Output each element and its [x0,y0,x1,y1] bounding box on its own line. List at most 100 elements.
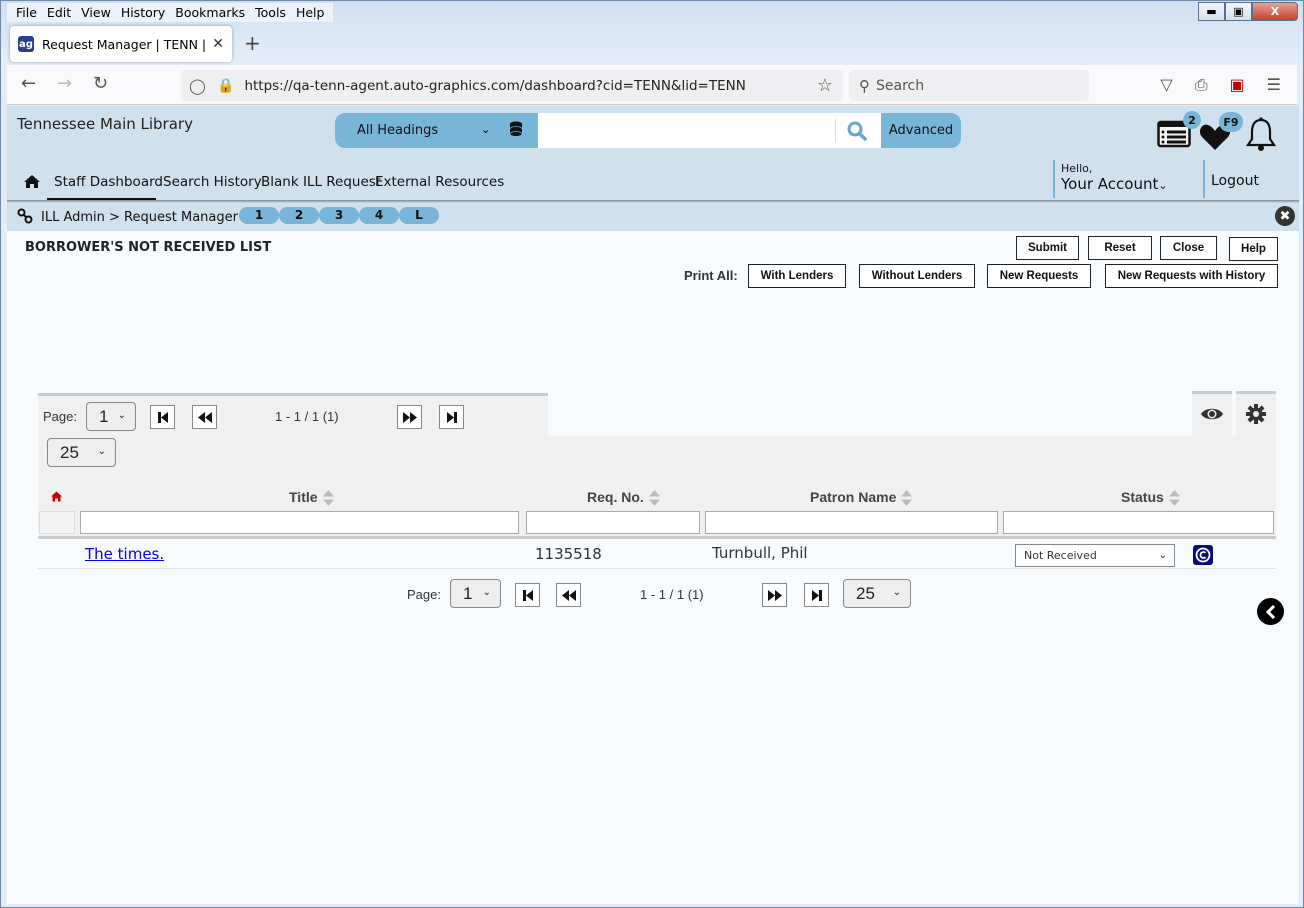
account-menu[interactable]: Hello, Your Account⌄ [1053,160,1203,198]
nav-staff-dashboard[interactable]: Staff Dashboard [54,174,163,190]
sort-icon[interactable] [901,490,913,507]
sort-icon[interactable] [322,490,334,507]
reload-icon[interactable]: ↻ [93,73,108,94]
home-icon[interactable] [24,174,40,189]
print-without-lenders-button[interactable]: Without Lenders [859,264,975,288]
previous-page-button[interactable] [192,405,217,429]
sort-icon[interactable] [1168,490,1180,507]
filter-req-no-input[interactable] [526,511,700,534]
bottom-last-page-button[interactable] [804,583,829,607]
search-icon[interactable] [847,121,867,141]
close-panel-icon[interactable]: ✖ [1275,206,1295,226]
pocket-icon[interactable]: ▽ [1160,75,1172,95]
submit-button[interactable]: Submit [1016,236,1079,260]
url-text[interactable]: https://qa-tenn-agent.auto-graphics.com/… [244,78,816,94]
menu-history[interactable]: History [121,3,165,22]
bottom-next-page-button[interactable] [762,583,787,607]
menu-bookmarks[interactable]: Bookmarks [175,3,245,22]
reset-button[interactable]: Reset [1088,236,1152,260]
bottom-previous-page-button[interactable] [556,583,581,607]
page-select-value: 1 [463,583,473,603]
header-icons: 2 F9 [1157,111,1297,153]
logout-link[interactable]: Logout [1203,160,1259,198]
first-page-button[interactable] [150,405,175,429]
column-req-no[interactable]: Req. No. [587,489,660,507]
close-tab-icon[interactable]: ✕ [212,36,224,52]
menu-view[interactable]: View [81,3,111,22]
filter-status-input[interactable] [1003,511,1274,534]
forward-icon[interactable]: → [57,73,72,94]
column-patron-name[interactable]: Patron Name [810,489,913,507]
menu-hamburger-icon[interactable]: ☰ [1267,75,1281,95]
library-name: Tennessee Main Library [17,115,193,133]
menu-edit[interactable]: Edit [47,3,71,22]
shield-icon[interactable]: ◯ [189,77,206,95]
tab-bar: ag Request Manager | TENN | tenn ✕ + [7,25,1297,63]
search-scope-select[interactable]: All Headings [357,113,438,148]
status-select[interactable]: Not Received ⌄ [1015,544,1175,567]
pill-1[interactable]: 1 [239,207,279,224]
column-title[interactable]: Title [289,489,334,507]
maximize-button[interactable]: ▣ [1225,2,1252,21]
url-bar[interactable]: ◯ 🔒 https://qa-tenn-agent.auto-graphics.… [181,70,843,101]
bottom-page-select[interactable]: 1 ⌄ [450,579,501,608]
back-icon[interactable]: ← [21,73,36,94]
column-status[interactable]: Status [1121,489,1180,507]
print-icon[interactable]: ⎙ [1195,75,1208,95]
eye-icon [1201,408,1223,420]
help-button[interactable]: Help [1229,237,1278,261]
page-select[interactable]: 1 ⌄ [86,402,136,431]
home-icon[interactable] [51,491,62,502]
copyright-icon[interactable] [1193,545,1213,565]
bookmark-star-icon[interactable]: ☆ [817,75,833,96]
close-button[interactable]: Close [1160,236,1217,260]
window-controls: ▬ ▣ X [1198,2,1298,21]
extension-icon[interactable]: ▣ [1230,75,1245,95]
collapse-panel-button[interactable] [1257,598,1284,625]
bell-icon[interactable] [1245,117,1277,153]
previous-page-icon [561,590,576,601]
minimize-button[interactable]: ▬ [1198,2,1225,21]
chevron-down-icon[interactable]: ⌄ [481,113,490,146]
bottom-first-page-button[interactable] [515,583,540,607]
last-page-icon [811,590,822,601]
browser-toolbar: ← → ↻ ◯ 🔒 https://qa-tenn-agent.auto-gra… [7,65,1297,105]
print-new-requests-history-button[interactable]: New Requests with History [1105,264,1278,288]
menu-file[interactable]: File [16,3,37,22]
nav-blank-ill-request[interactable]: Blank ILL Request [261,174,381,190]
filter-blank [39,511,75,534]
filter-title-input[interactable] [80,511,519,534]
new-tab-icon[interactable]: + [244,31,261,55]
account-label[interactable]: Your Account [1061,175,1158,193]
close-window-button[interactable]: X [1252,2,1298,21]
pill-2[interactable]: 2 [279,207,319,224]
bottom-page-size-select[interactable]: 25 ⌄ [843,579,911,608]
page-size-area: 25 ⌄ [38,436,1276,485]
catalog-search-input[interactable] [538,113,881,148]
pill-4[interactable]: 4 [359,207,399,224]
last-page-button[interactable] [439,405,464,429]
database-icon[interactable] [509,121,523,139]
request-title-link[interactable]: The times. [85,545,164,563]
previous-page-icon [197,412,212,423]
browser-search-input[interactable]: ⚲ Search [849,70,1089,101]
settings-button[interactable] [1236,391,1276,436]
chevron-down-icon[interactable]: ⌄ [1158,179,1167,192]
sort-icon[interactable] [648,490,660,507]
filter-patron-input[interactable] [705,511,998,534]
nav-search-history[interactable]: Search History [163,174,262,190]
nav-external-resources[interactable]: External Resources [375,174,504,190]
lock-icon[interactable]: 🔒 [217,78,234,94]
toggle-view-button[interactable] [1192,391,1232,436]
menu-help[interactable]: Help [296,3,325,22]
next-page-button[interactable] [397,405,422,429]
breadcrumb: ILL Admin > Request Manager [41,210,238,225]
browser-tab-active[interactable]: ag Request Manager | TENN | tenn ✕ [10,26,232,62]
pill-l[interactable]: L [399,207,439,224]
print-with-lenders-button[interactable]: With Lenders [748,264,846,288]
menu-tools[interactable]: Tools [255,3,286,22]
page-size-select[interactable]: 25 ⌄ [47,438,116,467]
print-new-requests-button[interactable]: New Requests [987,264,1091,288]
pill-3[interactable]: 3 [319,207,359,224]
advanced-search-button[interactable]: Advanced [881,113,961,148]
